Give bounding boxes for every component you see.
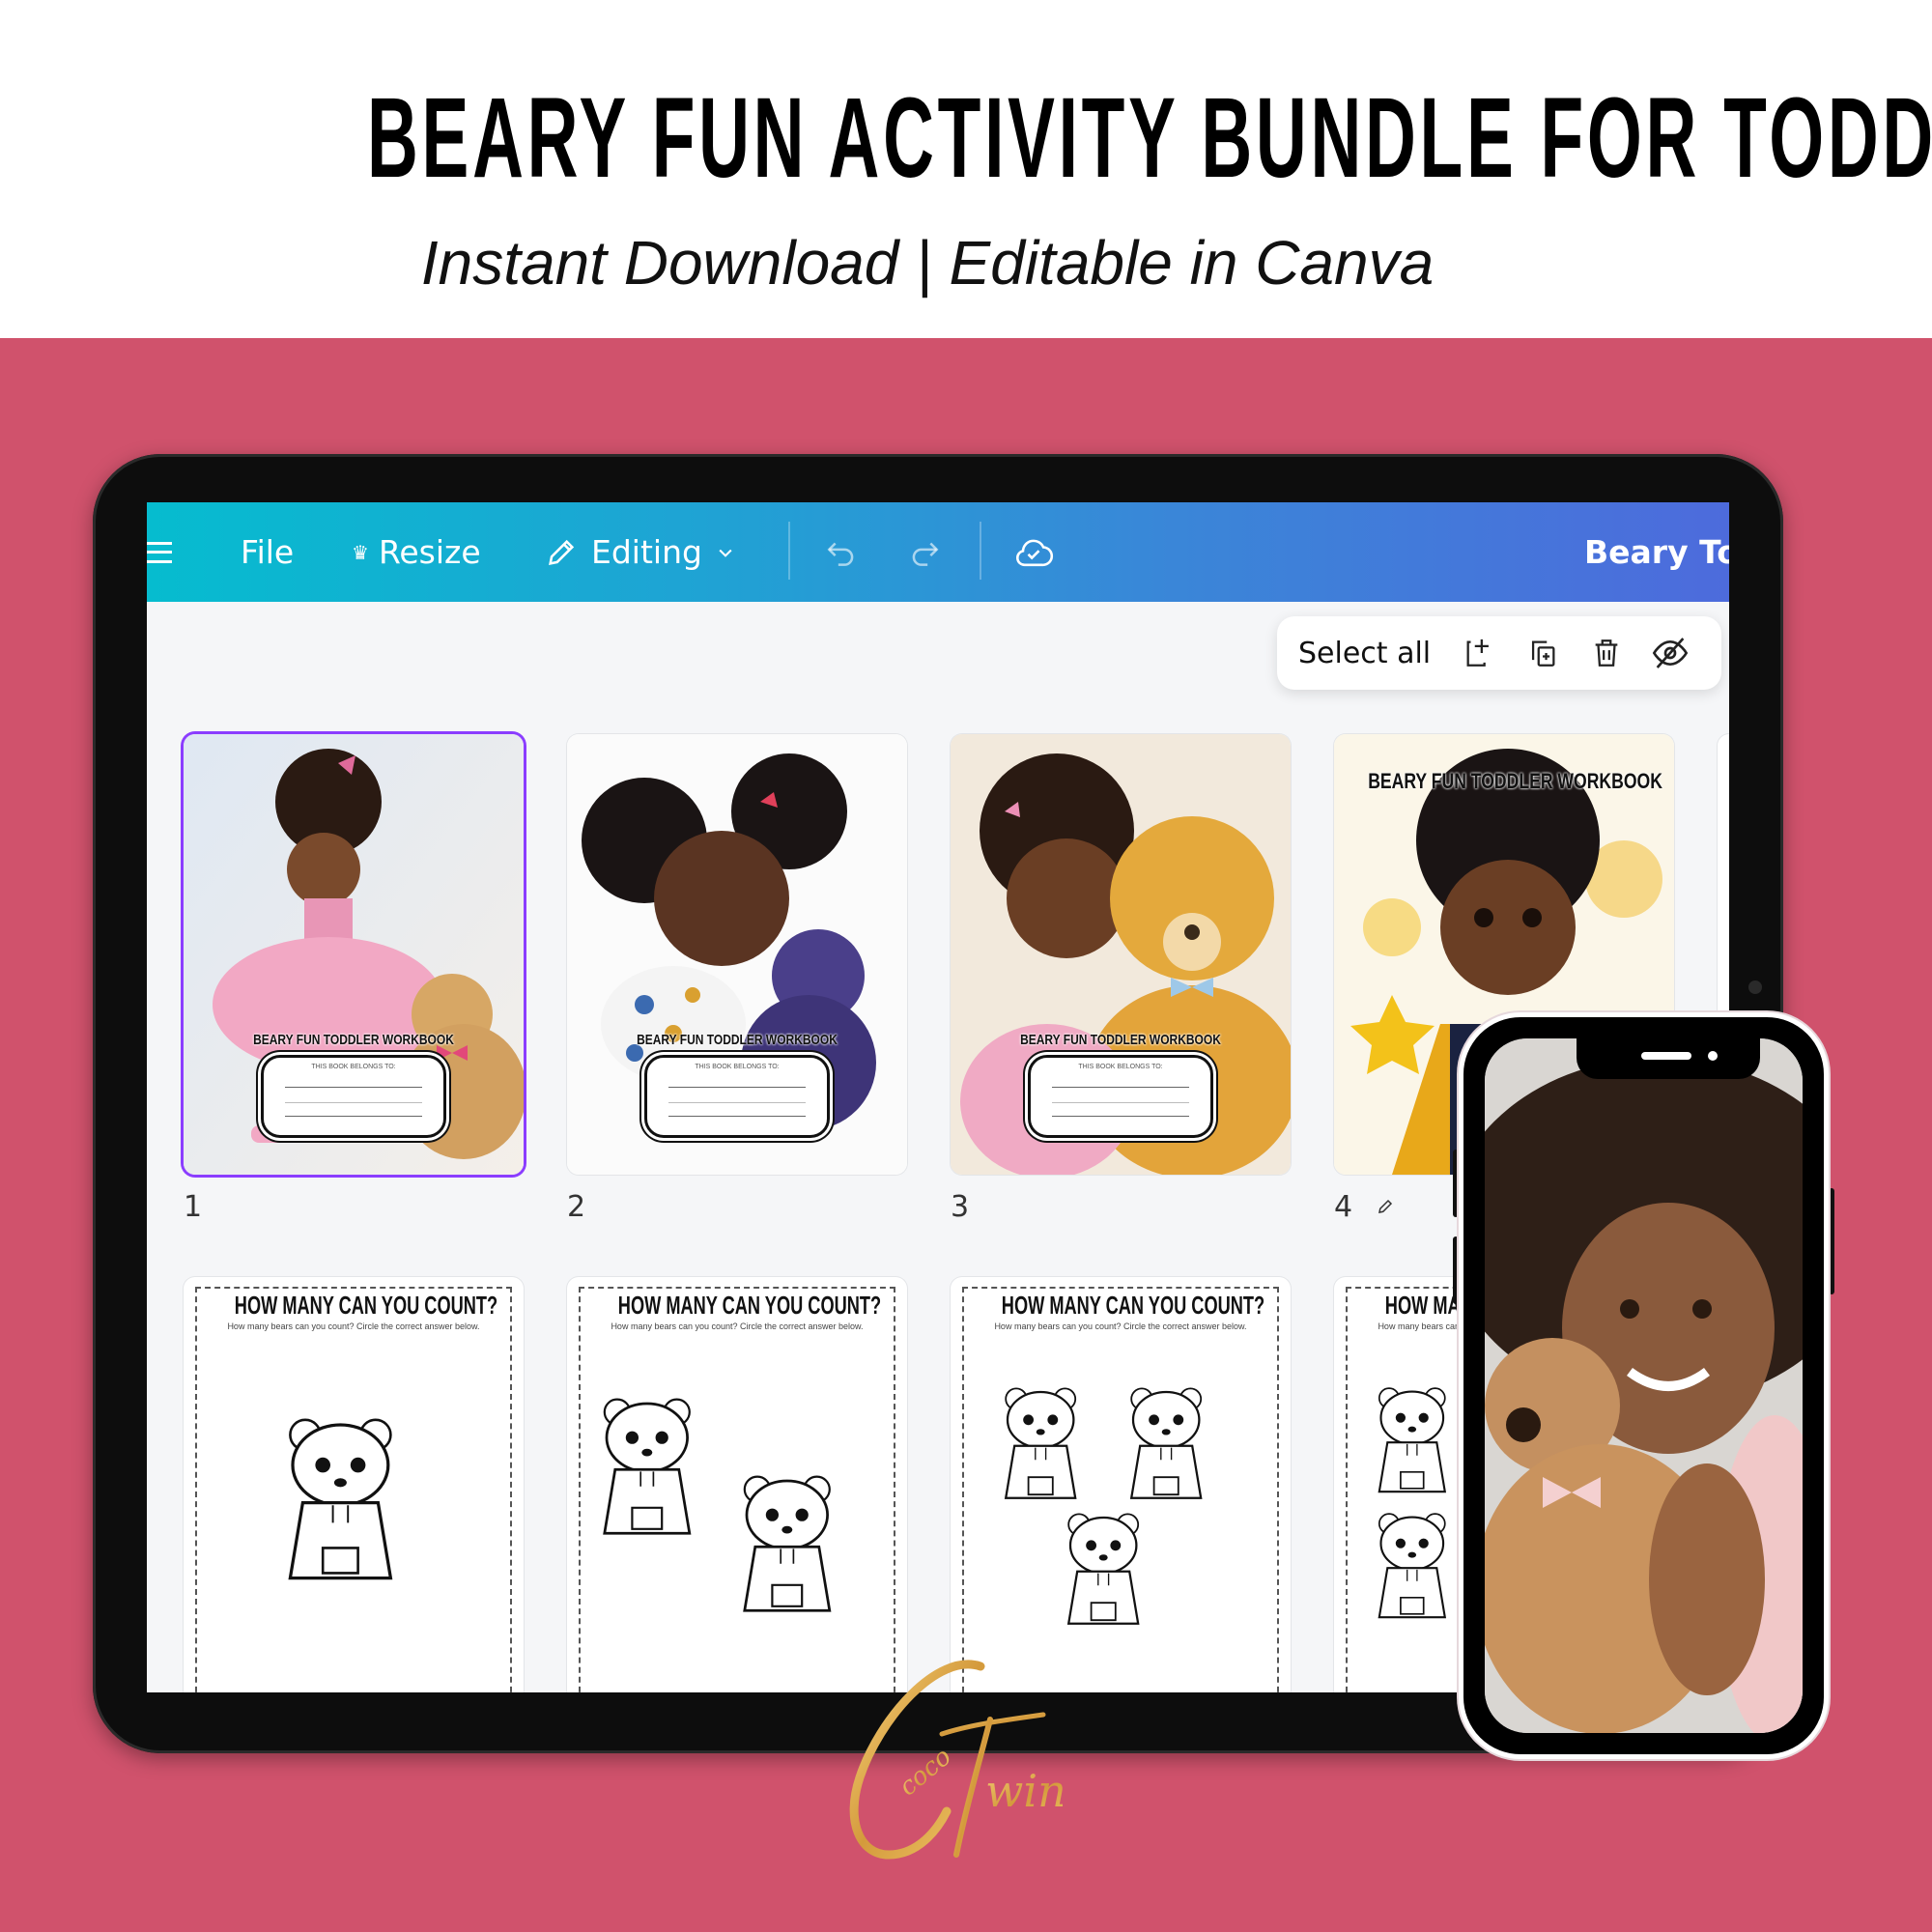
belongs-to-label: THIS BOOK BELONGS TO:	[1078, 1064, 1163, 1070]
page-actions-bar: Select all	[1277, 616, 1721, 690]
hamburger-icon	[147, 541, 172, 563]
duplicate-page-button[interactable]	[1523, 634, 1562, 672]
phone-screen	[1485, 1038, 1803, 1733]
page-title: BEARY FUN ACTIVITY BUNDLE FOR TODDLERS	[367, 74, 1932, 202]
delete-page-button[interactable]	[1587, 634, 1626, 672]
phone-front-camera	[1708, 1051, 1718, 1061]
phone-power-button	[1829, 1188, 1834, 1294]
bear-line-art	[1129, 1387, 1203, 1499]
undo-icon	[827, 542, 854, 566]
worksheet-title: HOW MANY CAN YOU COUNT?	[617, 1291, 882, 1320]
duplicate-page-icon	[1532, 640, 1555, 667]
hide-icon	[1652, 638, 1689, 668]
worksheet-instruction: How many bears can you count? Circle the…	[611, 1321, 864, 1331]
file-menu[interactable]: File	[241, 502, 294, 602]
page-number: 4	[1334, 1190, 1353, 1224]
page-thumbnail-1[interactable]: BEARY FUN TODDLER WORKBOOK THIS BOOK BEL…	[184, 734, 524, 1175]
redo-button[interactable]	[906, 502, 943, 602]
toolbar-divider	[788, 522, 790, 580]
page-subtitle: Instant Download | Editable in Canva	[420, 228, 1435, 298]
undo-button[interactable]	[823, 502, 860, 602]
worksheet-instruction: How many bears can you count? Circle the…	[994, 1321, 1247, 1331]
select-all-button[interactable]: Select all	[1298, 637, 1431, 670]
page-thumbnail-2[interactable]: BEARY FUN TODDLER WORKBOOK THIS BOOK BEL…	[567, 734, 907, 1175]
logo-text: wins	[985, 1765, 1063, 1817]
bear-line-art	[1066, 1513, 1140, 1625]
photo-girl-with-teddy-bear	[1485, 1038, 1803, 1733]
add-page-button[interactable]	[1460, 634, 1498, 672]
phone-mockup	[1459, 1012, 1829, 1759]
worksheet-title: HOW MANY CAN YOU COUNT?	[1001, 1291, 1265, 1320]
editor-toolbar: File ♛ Resize Editing Beary Toc	[147, 502, 1729, 602]
cover-title: BEARY FUN TODDLER WORKBOOK	[1368, 769, 1662, 793]
resize-label: Resize	[378, 533, 481, 571]
cover-title: BEARY FUN TODDLER WORKBOOK	[253, 1032, 454, 1048]
chevron-down-icon	[719, 549, 732, 557]
worksheet-instruction: How many bears can you count? Circle the…	[227, 1321, 480, 1331]
hide-page-button[interactable]	[1651, 634, 1690, 672]
resize-button[interactable]: ♛ Resize	[352, 502, 481, 602]
belongs-to-label: THIS BOOK BELONGS TO:	[695, 1064, 780, 1070]
editing-mode-dropdown[interactable]: Editing	[545, 502, 735, 602]
header: BEARY FUN ACTIVITY BUNDLE FOR TODDLERS I…	[0, 0, 1932, 338]
page-thumbnail-worksheet-3[interactable]: HOW MANY CAN YOU COUNT? How many bears c…	[951, 1277, 1291, 1692]
phone-speaker	[1641, 1052, 1691, 1060]
bear-line-art	[288, 1418, 393, 1580]
svg-text:coco: coco	[894, 1743, 957, 1803]
bear-line-art	[1004, 1387, 1077, 1499]
crown-icon: ♛	[352, 540, 369, 564]
page-number: 2	[567, 1190, 586, 1224]
page-thumbnail-worksheet-1[interactable]: HOW MANY CAN YOU COUNT? How many bears c…	[184, 1277, 524, 1692]
bear-line-art	[1378, 1513, 1447, 1619]
belongs-to-label: THIS BOOK BELONGS TO:	[311, 1064, 396, 1070]
cloud-check-icon	[1016, 539, 1054, 566]
bear-line-art	[603, 1398, 692, 1535]
cocotwins-logo: wins coco	[849, 1660, 1063, 1860]
save-status-button[interactable]	[1012, 502, 1055, 602]
toolbar-divider	[980, 522, 981, 580]
worksheet-title: HOW MANY CAN YOU COUNT?	[234, 1291, 498, 1320]
cover-title: BEARY FUN TODDLER WORKBOOK	[637, 1032, 838, 1048]
page-number: 3	[951, 1190, 970, 1224]
tablet-camera	[1748, 980, 1762, 994]
cover-title: BEARY FUN TODDLER WORKBOOK	[1020, 1032, 1221, 1048]
name-label-box: THIS BOOK BELONGS TO:	[644, 1055, 830, 1138]
editing-label: Editing	[591, 533, 702, 571]
page-thumbnail-3[interactable]: BEARY FUN TODDLER WORKBOOK THIS BOOK BEL…	[951, 734, 1291, 1175]
phone-notch	[1577, 1038, 1760, 1079]
pencil-icon	[549, 539, 575, 565]
redo-icon	[912, 542, 939, 566]
name-label-box: THIS BOOK BELONGS TO:	[1028, 1055, 1213, 1138]
add-page-icon	[1466, 639, 1490, 667]
pencil-icon[interactable]	[1377, 1198, 1394, 1215]
name-label-box: THIS BOOK BELONGS TO:	[261, 1055, 446, 1138]
bear-line-art	[743, 1475, 832, 1612]
document-title[interactable]: Beary Toc	[1584, 502, 1729, 602]
bear-line-art	[1378, 1387, 1447, 1493]
delete-icon	[1595, 639, 1618, 667]
page-number: 1	[184, 1190, 203, 1224]
menu-button[interactable]	[147, 502, 172, 602]
page-thumbnail-worksheet-2[interactable]: HOW MANY CAN YOU COUNT? How many bears c…	[567, 1277, 907, 1692]
